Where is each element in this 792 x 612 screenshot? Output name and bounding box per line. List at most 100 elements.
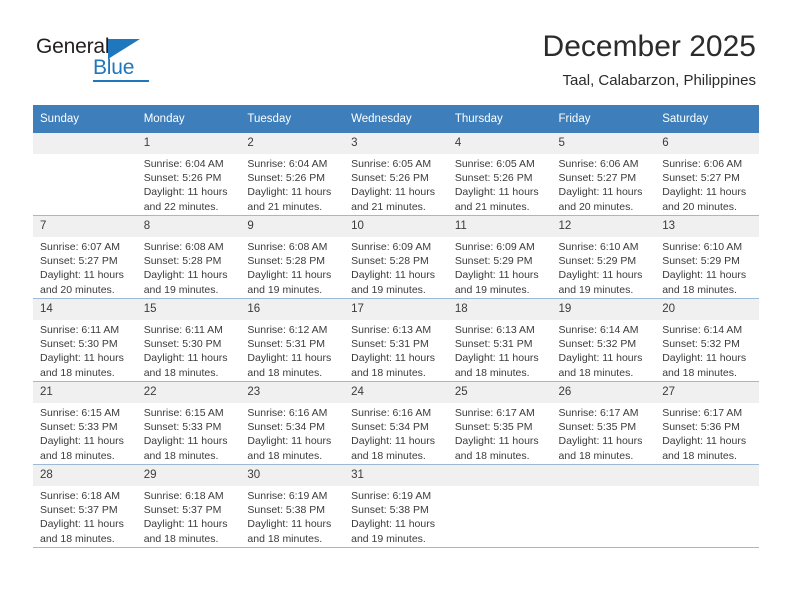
calendar-day-cell[interactable]: 3 Sunrise: 6:05 AM Sunset: 5:26 PM Daylight… [344,133,448,216]
day-cell-inner: 2 Sunrise: 6:04 AM Sunset: 5:26 PM Daylight… [240,133,345,215]
calendar-day-cell[interactable]: 10 Sunrise: 6:09 AM Sunset: 5:28 PM Dayligh… [344,215,448,299]
daylight-text: Daylight: 11 hours and 18 minutes. [351,435,435,462]
day-number: 3 [344,133,448,154]
daylight-text: Daylight: 11 hours and 18 minutes. [40,435,124,462]
sunset-text: Sunset: 5:26 PM [454,172,533,185]
sunset-text: Sunset: 5:38 PM [351,504,429,517]
sunset-text: Sunset: 5:28 PM [143,255,222,268]
daylight-text: Daylight: 11 hours and 19 minutes. [454,269,539,296]
day-sun-info: Sunrise: 6:18 AM Sunset: 5:37 PM Daylight:… [33,486,137,546]
weekday-header-wednesday: Wednesday [344,105,448,133]
day-cell-inner: 12 Sunrise: 6:10 AM Sunset: 5:29 PM Dayligh… [551,216,656,298]
day-number: 29 [136,465,241,486]
day-cell-inner: 28 Sunrise: 6:18 AM Sunset: 5:37 PM Dayligh… [33,465,137,547]
calendar-day-cell[interactable]: 28 Sunrise: 6:18 AM Sunset: 5:37 PM Dayligh… [33,464,137,548]
day-cell-inner [655,465,759,547]
day-number: 21 [33,382,137,403]
calendar-day-cell[interactable]: 25 Sunrise: 6:17 AM Sunset: 5:35 PM Dayligh… [447,381,552,465]
sunrise-text: Sunrise: 6:09 AM [351,241,432,253]
day-number: 10 [344,216,448,237]
calendar-week-row: 21 Sunrise: 6:15 AM Sunset: 5:33 PM Dayligh… [33,381,759,465]
sunset-text: Sunset: 5:31 PM [351,338,429,351]
sunrise-text: Sunrise: 6:14 AM [662,324,743,336]
sunrise-text: Sunrise: 6:18 AM [40,490,120,502]
calendar-day-cell[interactable]: 14 Sunrise: 6:11 AM Sunset: 5:30 PM Dayligh… [33,298,137,382]
calendar-day-cell-empty [551,464,656,548]
calendar-day-cell[interactable]: 11 Sunrise: 6:09 AM Sunset: 5:29 PM Dayligh… [447,215,552,299]
sunset-text: Sunset: 5:31 PM [454,338,533,351]
daylight-text: Daylight: 11 hours and 18 minutes. [454,435,539,462]
daylight-text: Daylight: 11 hours and 22 minutes. [143,186,228,213]
daylight-text: Daylight: 11 hours and 18 minutes. [662,435,747,462]
day-number: 7 [33,216,137,237]
calendar-day-cell[interactable]: 23 Sunrise: 6:16 AM Sunset: 5:34 PM Dayligh… [240,381,345,465]
sunset-text: Sunset: 5:26 PM [247,172,326,185]
calendar-day-cell[interactable]: 24 Sunrise: 6:16 AM Sunset: 5:34 PM Dayligh… [344,381,448,465]
calendar-day-cell[interactable]: 20 Sunrise: 6:14 AM Sunset: 5:32 PM Dayligh… [655,298,759,382]
calendar-day-cell[interactable]: 1 Sunrise: 6:04 AM Sunset: 5:26 PM Daylight… [136,133,241,216]
calendar-day-cell[interactable]: 6 Sunrise: 6:06 AM Sunset: 5:27 PM Daylight… [655,133,759,216]
sunrise-text: Sunrise: 6:04 AM [247,158,328,170]
sunset-text: Sunset: 5:29 PM [454,255,533,268]
sunrise-text: Sunrise: 6:07 AM [40,241,120,253]
sunset-text: Sunset: 5:32 PM [558,338,637,351]
day-number: 19 [551,299,656,320]
calendar-day-cell[interactable]: 5 Sunrise: 6:06 AM Sunset: 5:27 PM Daylight… [551,133,656,216]
day-cell-inner: 23 Sunrise: 6:16 AM Sunset: 5:34 PM Dayligh… [240,382,345,464]
sunset-text: Sunset: 5:38 PM [247,504,326,517]
day-number: 18 [447,299,552,320]
sunrise-text: Sunrise: 6:15 AM [143,407,224,419]
sunrise-text: Sunrise: 6:10 AM [662,241,743,253]
calendar-day-cell[interactable]: 22 Sunrise: 6:15 AM Sunset: 5:33 PM Dayligh… [136,381,241,465]
calendar-day-cell[interactable]: 9 Sunrise: 6:08 AM Sunset: 5:28 PM Daylight… [240,215,345,299]
day-cell-inner: 9 Sunrise: 6:08 AM Sunset: 5:28 PM Daylight… [240,216,345,298]
weekday-header-thursday: Thursday [447,105,552,133]
calendar-day-cell[interactable]: 27 Sunrise: 6:17 AM Sunset: 5:36 PM Dayligh… [655,381,759,465]
sunrise-text: Sunrise: 6:17 AM [558,407,639,419]
sunrise-text: Sunrise: 6:08 AM [143,241,224,253]
day-number: 31 [344,465,448,486]
calendar-day-cell[interactable]: 16 Sunrise: 6:12 AM Sunset: 5:31 PM Dayligh… [240,298,345,382]
sunrise-text: Sunrise: 6:17 AM [454,407,535,419]
daylight-text: Daylight: 11 hours and 20 minutes. [40,269,124,296]
day-cell-inner: 22 Sunrise: 6:15 AM Sunset: 5:33 PM Dayligh… [136,382,241,464]
day-sun-info: Sunrise: 6:07 AM Sunset: 5:27 PM Daylight:… [33,237,137,297]
calendar-day-cell[interactable]: 15 Sunrise: 6:11 AM Sunset: 5:30 PM Dayligh… [136,298,241,382]
day-sun-info: Sunrise: 6:09 AM Sunset: 5:29 PM Daylight:… [448,237,552,297]
day-cell-inner: 1 Sunrise: 6:04 AM Sunset: 5:26 PM Daylight… [136,133,241,215]
day-sun-info: Sunrise: 6:19 AM Sunset: 5:38 PM Daylight:… [240,486,344,546]
day-sun-info: Sunrise: 6:06 AM Sunset: 5:27 PM Daylight:… [655,154,759,214]
calendar-day-cell[interactable]: 26 Sunrise: 6:17 AM Sunset: 5:35 PM Dayligh… [551,381,656,465]
day-cell-inner: 13 Sunrise: 6:10 AM Sunset: 5:29 PM Dayligh… [655,216,759,298]
day-sun-info: Sunrise: 6:19 AM Sunset: 5:38 PM Daylight:… [344,486,448,546]
calendar-day-cell[interactable]: 12 Sunrise: 6:10 AM Sunset: 5:29 PM Dayligh… [551,215,656,299]
day-cell-inner: 20 Sunrise: 6:14 AM Sunset: 5:32 PM Dayligh… [655,299,759,381]
calendar-day-cell[interactable]: 2 Sunrise: 6:04 AM Sunset: 5:26 PM Daylight… [240,133,345,216]
calendar-day-cell[interactable]: 18 Sunrise: 6:13 AM Sunset: 5:31 PM Dayligh… [447,298,552,382]
calendar-day-cell[interactable]: 21 Sunrise: 6:15 AM Sunset: 5:33 PM Dayligh… [33,381,137,465]
day-number: 20 [655,299,759,320]
day-sun-info: Sunrise: 6:11 AM Sunset: 5:30 PM Daylight:… [33,320,137,380]
daylight-text: Daylight: 11 hours and 19 minutes. [351,269,435,296]
day-cell-inner: 26 Sunrise: 6:17 AM Sunset: 5:35 PM Dayligh… [551,382,656,464]
sunset-text: Sunset: 5:27 PM [40,255,118,268]
calendar-day-cell[interactable]: 13 Sunrise: 6:10 AM Sunset: 5:29 PM Dayligh… [655,215,759,299]
day-number: 8 [136,216,241,237]
day-sun-info: Sunrise: 6:08 AM Sunset: 5:28 PM Daylight:… [137,237,241,297]
day-sun-info: Sunrise: 6:13 AM Sunset: 5:31 PM Daylight:… [448,320,552,380]
calendar-day-cell[interactable]: 17 Sunrise: 6:13 AM Sunset: 5:31 PM Dayligh… [344,298,448,382]
calendar-day-cell[interactable]: 29 Sunrise: 6:18 AM Sunset: 5:37 PM Dayligh… [136,464,241,548]
calendar-day-cell[interactable]: 7 Sunrise: 6:07 AM Sunset: 5:27 PM Daylight… [33,215,137,299]
calendar-day-cell[interactable]: 31 Sunrise: 6:19 AM Sunset: 5:38 PM Dayligh… [344,464,448,548]
calendar-day-cell[interactable]: 4 Sunrise: 6:05 AM Sunset: 5:26 PM Daylight… [447,133,552,216]
daylight-text: Daylight: 11 hours and 18 minutes. [662,352,747,379]
sunrise-text: Sunrise: 6:13 AM [351,324,432,336]
daylight-text: Daylight: 11 hours and 19 minutes. [143,269,228,296]
calendar-day-cell[interactable]: 19 Sunrise: 6:14 AM Sunset: 5:32 PM Dayligh… [551,298,656,382]
calendar-day-cell[interactable]: 8 Sunrise: 6:08 AM Sunset: 5:28 PM Daylight… [136,215,241,299]
day-number: 28 [33,465,137,486]
sunrise-text: Sunrise: 6:11 AM [40,324,120,336]
day-number: 23 [240,382,345,403]
calendar-day-cell[interactable]: 30 Sunrise: 6:19 AM Sunset: 5:38 PM Dayligh… [240,464,345,548]
day-sun-info: Sunrise: 6:16 AM Sunset: 5:34 PM Daylight:… [240,403,344,463]
